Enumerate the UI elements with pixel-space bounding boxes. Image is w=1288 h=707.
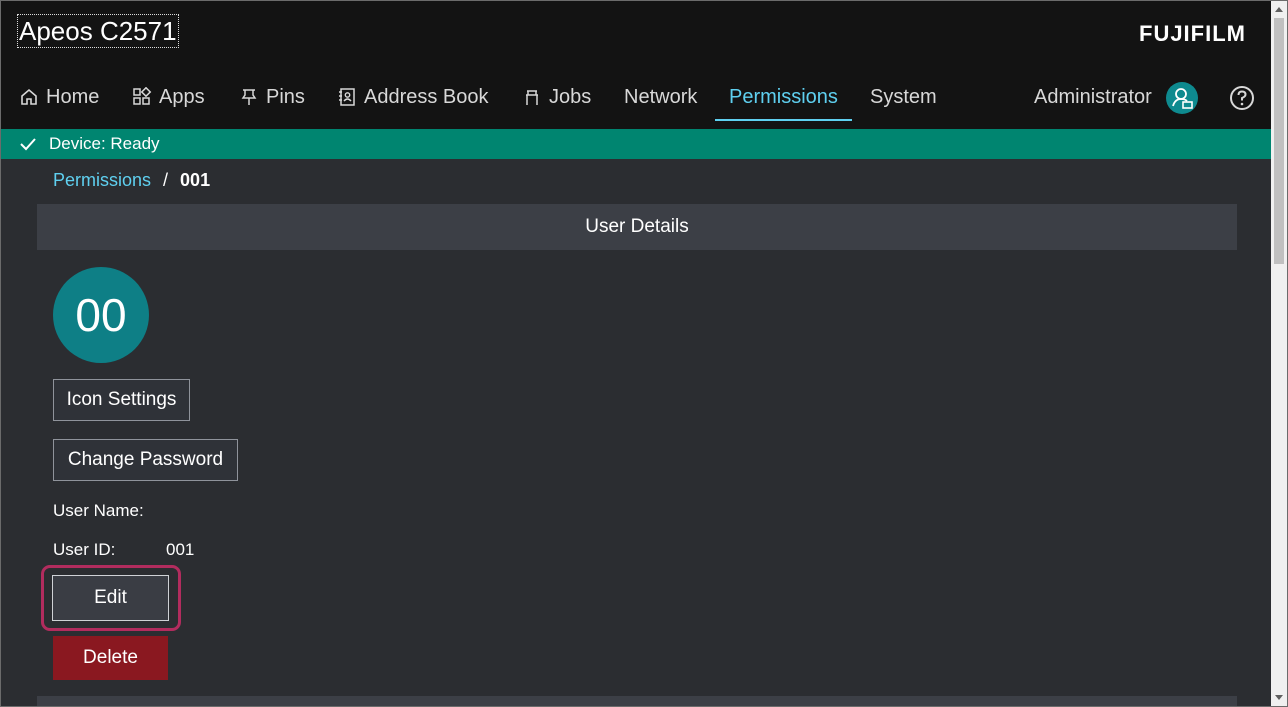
icon-settings-button[interactable]: Icon Settings <box>53 379 190 421</box>
nav-system-label: System <box>870 85 937 108</box>
user-name-label: User Name: <box>53 501 144 520</box>
top-header: Apeos C2571 FUJIFILM Home Apps Pins Addr… <box>1 1 1271 129</box>
vertical-scrollbar[interactable] <box>1271 1 1287 706</box>
nav-pins-label: Pins <box>266 85 305 108</box>
app-window: Apeos C2571 FUJIFILM Home Apps Pins Addr… <box>0 0 1288 707</box>
nav-home[interactable]: Home <box>19 75 99 119</box>
apps-icon <box>132 87 152 107</box>
nav-permissions-label: Permissions <box>729 85 838 108</box>
nav-network-label: Network <box>624 85 698 108</box>
check-icon <box>19 135 37 153</box>
scrollbar-thumb[interactable] <box>1274 18 1284 264</box>
user-id-label: User ID: <box>53 540 116 559</box>
nav-pins[interactable]: Pins <box>239 75 305 119</box>
nav-apps-label: Apps <box>159 85 205 108</box>
breadcrumb-separator: / <box>163 170 169 190</box>
nav-jobs-label: Jobs <box>549 85 592 108</box>
nav-apps[interactable]: Apps <box>132 75 205 119</box>
scroll-up-arrow-icon[interactable] <box>1271 1 1287 17</box>
pin-icon <box>239 87 259 107</box>
user-id-value: 001 <box>166 540 195 559</box>
section-title: User Details <box>37 204 1237 250</box>
nav-permissions[interactable]: Permissions <box>715 75 852 121</box>
device-status-bar: Device: Ready <box>1 129 1271 159</box>
nav-address-book-label: Address Book <box>364 85 489 108</box>
user-avatar: 00 <box>53 267 149 363</box>
breadcrumb: Permissions / 001 <box>53 170 210 191</box>
nav-address-book[interactable]: Address Book <box>337 75 489 119</box>
help-icon[interactable] <box>1229 85 1255 111</box>
nav-network[interactable]: Network <box>624 75 697 119</box>
user-avatar-icon[interactable] <box>1166 82 1198 114</box>
nav-system[interactable]: System <box>870 75 937 119</box>
delete-button[interactable]: Delete <box>53 636 168 680</box>
edit-button[interactable]: Edit <box>52 575 169 621</box>
nav-jobs[interactable]: Jobs <box>522 75 591 119</box>
address-book-icon <box>337 87 357 107</box>
breadcrumb-permissions-link[interactable]: Permissions <box>53 170 151 191</box>
brand-logo: FUJIFILM <box>1139 21 1246 46</box>
jobs-icon <box>522 87 542 107</box>
scroll-down-arrow-icon[interactable] <box>1271 690 1287 706</box>
home-icon <box>19 87 39 107</box>
nav-home-label: Home <box>46 85 100 108</box>
device-title[interactable]: Apeos C2571 <box>17 14 179 48</box>
change-password-button[interactable]: Change Password <box>53 439 238 481</box>
breadcrumb-current: 001 <box>180 170 211 190</box>
device-status-text: Device: Ready <box>49 134 160 153</box>
current-user-name[interactable]: Administrator <box>1034 75 1152 119</box>
next-section-header <box>37 696 1237 706</box>
